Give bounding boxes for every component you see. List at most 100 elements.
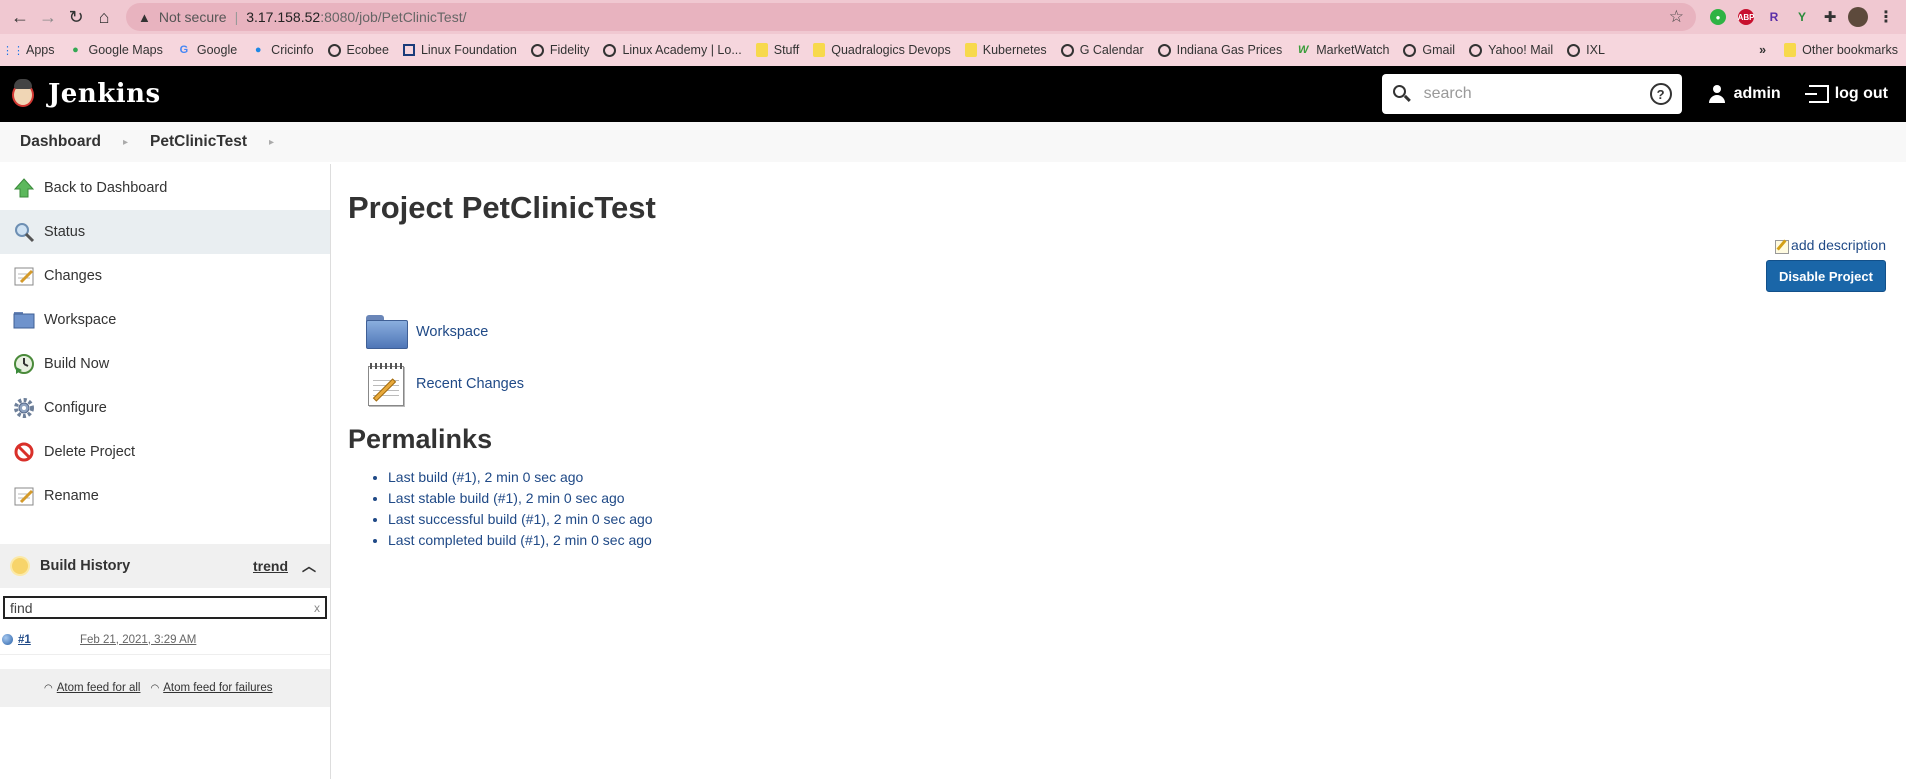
clock-play-icon bbox=[12, 352, 36, 376]
star-icon[interactable]: ☆ bbox=[1669, 7, 1684, 27]
recent-changes-link[interactable]: Recent Changes bbox=[348, 358, 1898, 410]
bookmark-google-maps[interactable]: ● Google Maps bbox=[69, 43, 163, 57]
bookmark-ecobee[interactable]: Ecobee bbox=[327, 43, 389, 57]
search-input[interactable] bbox=[1423, 85, 1650, 103]
bookmark-linux-academy[interactable]: Linux Academy | Lo... bbox=[603, 43, 742, 57]
bookmark-stuff[interactable]: Stuff bbox=[755, 43, 799, 57]
task-changes[interactable]: Changes bbox=[0, 254, 330, 298]
build-status-blue-icon bbox=[2, 634, 13, 645]
atom-feed-failures-link[interactable]: ◠ Atom feed for failures bbox=[150, 682, 272, 694]
menu-icon[interactable]: ⋮ bbox=[1872, 3, 1900, 31]
list-item: Last build (#1), 2 min 0 sec ago bbox=[388, 469, 1898, 490]
task-back-to-dashboard[interactable]: Back to Dashboard bbox=[0, 166, 330, 210]
logout-icon bbox=[1804, 85, 1829, 103]
folder-icon bbox=[12, 308, 36, 332]
marketwatch-icon: W bbox=[1298, 44, 1309, 56]
bookmark-g-calendar[interactable]: G Calendar bbox=[1060, 43, 1144, 57]
disable-project-button[interactable]: Disable Project bbox=[1766, 260, 1886, 292]
notepad-icon bbox=[12, 264, 36, 288]
permalink-last-build[interactable]: Last build (#1), 2 min 0 sec ago bbox=[388, 469, 583, 485]
notepad-icon bbox=[366, 362, 408, 406]
chevron-up-icon[interactable]: ︿ bbox=[302, 556, 316, 576]
adblock-icon[interactable]: ABP bbox=[1732, 3, 1760, 31]
bookmark-cricinfo[interactable]: ● Cricinfo bbox=[251, 43, 314, 57]
bookmark-fidelity[interactable]: Fidelity bbox=[530, 43, 589, 57]
atom-feed-all-link[interactable]: ◠ Atom feed for all bbox=[44, 682, 140, 694]
help-icon[interactable]: ? bbox=[1649, 83, 1672, 105]
bookmark-ixl[interactable]: IXL bbox=[1567, 43, 1605, 57]
bookmark-other[interactable]: Other bookmarks bbox=[1784, 43, 1898, 57]
permalink-last-successful-build[interactable]: Last successful build (#1), 2 min 0 sec … bbox=[388, 511, 653, 527]
more-bookmarks-button[interactable]: » bbox=[1759, 43, 1766, 57]
bookmark-linux-foundation[interactable]: Linux Foundation bbox=[402, 43, 517, 57]
bookmark-kubernetes[interactable]: Kubernetes bbox=[964, 43, 1047, 57]
add-description-link[interactable]: add description bbox=[1775, 236, 1886, 254]
globe-icon bbox=[1060, 43, 1074, 57]
not-secure-label: Not secure bbox=[158, 9, 227, 25]
globe-icon bbox=[603, 43, 617, 57]
list-item: Last successful build (#1), 2 min 0 sec … bbox=[388, 511, 1898, 532]
cricinfo-icon: ● bbox=[254, 44, 262, 56]
extension-leaf-icon[interactable]: Y bbox=[1788, 3, 1816, 31]
bookmark-quadralogics[interactable]: Quadralogics Devops bbox=[813, 43, 951, 57]
apps-grid-icon: ⋮⋮ bbox=[2, 44, 24, 57]
breadcrumb-dashboard[interactable]: Dashboard bbox=[20, 133, 101, 151]
atom-feeds: ◠ Atom feed for all ◠ Atom feed for failur… bbox=[0, 669, 330, 707]
build-filter-input[interactable]: find x bbox=[3, 596, 327, 619]
jenkins-title: Jenkins bbox=[48, 79, 161, 109]
logout-link[interactable]: log out bbox=[1804, 85, 1888, 103]
page-title: Project PetClinicTest bbox=[348, 190, 656, 225]
browser-toolbar: ← → ↻ ⌂ ▲ Not secure | 3.17.158.52:8080/… bbox=[0, 0, 1906, 34]
build-row: #1 Feb 21, 2021, 3:29 AM bbox=[0, 625, 330, 655]
user-link[interactable]: admin bbox=[1708, 85, 1781, 103]
build-date-link[interactable]: Feb 21, 2021, 3:29 AM bbox=[80, 634, 196, 646]
folder-icon bbox=[366, 315, 408, 349]
bookmark-apps[interactable]: ⋮⋮ Apps bbox=[2, 43, 55, 57]
breadcrumb-project[interactable]: PetClinicTest bbox=[150, 133, 247, 151]
trend-link[interactable]: trend bbox=[253, 558, 288, 574]
workspace-link[interactable]: Workspace bbox=[348, 306, 1898, 358]
permalink-last-completed-build[interactable]: Last completed build (#1), 2 min 0 sec a… bbox=[388, 532, 652, 548]
rss-icon: ◠ bbox=[150, 682, 160, 694]
task-rename[interactable]: Rename bbox=[0, 474, 330, 518]
bookmark-google[interactable]: G Google bbox=[177, 43, 238, 57]
jenkins-header: Jenkins ? admin log out bbox=[0, 66, 1906, 122]
globe-icon bbox=[1157, 43, 1171, 57]
forward-icon[interactable]: → bbox=[34, 3, 62, 31]
no-entry-icon bbox=[12, 440, 36, 464]
home-icon[interactable]: ⌂ bbox=[90, 3, 118, 31]
build-history-panel: Build History trend ︿ find x #1 Feb 21, … bbox=[0, 544, 330, 707]
clear-filter-icon[interactable]: x bbox=[314, 601, 320, 615]
task-workspace[interactable]: Workspace bbox=[0, 298, 330, 342]
profile-avatar[interactable] bbox=[1844, 3, 1872, 31]
bookmark-marketwatch[interactable]: W MarketWatch bbox=[1296, 43, 1389, 57]
permalink-last-stable-build[interactable]: Last stable build (#1), 2 min 0 sec ago bbox=[388, 490, 625, 506]
breadcrumb-arrow-icon[interactable]: ▸ bbox=[269, 137, 274, 148]
gear-icon bbox=[12, 396, 36, 420]
jenkins-butler-icon bbox=[8, 75, 38, 113]
folder-icon bbox=[813, 43, 826, 57]
url-path: :8080/job/PetClinicTest/ bbox=[320, 9, 467, 25]
notepad-icon bbox=[12, 484, 36, 508]
task-status[interactable]: Status bbox=[0, 210, 330, 254]
task-delete-project[interactable]: Delete Project bbox=[0, 430, 330, 474]
extension-r-icon[interactable]: R bbox=[1760, 3, 1788, 31]
globe-icon bbox=[1403, 43, 1417, 57]
edit-note-icon bbox=[1775, 240, 1790, 254]
back-icon[interactable]: ← bbox=[6, 3, 34, 31]
task-build-now[interactable]: Build Now bbox=[0, 342, 330, 386]
build-number-link[interactable]: #1 bbox=[18, 634, 80, 646]
bookmark-indiana-gas[interactable]: Indiana Gas Prices bbox=[1157, 43, 1282, 57]
extension-green-icon[interactable]: ● bbox=[1704, 3, 1732, 31]
list-item: Last completed build (#1), 2 min 0 sec a… bbox=[388, 532, 1898, 553]
bookmark-gmail[interactable]: Gmail bbox=[1403, 43, 1455, 57]
reload-icon[interactable]: ↻ bbox=[62, 3, 90, 31]
bookmark-yahoo-mail[interactable]: Yahoo! Mail bbox=[1469, 43, 1553, 57]
breadcrumb-arrow-icon[interactable]: ▸ bbox=[123, 137, 128, 148]
linux-foundation-icon bbox=[402, 44, 415, 56]
address-bar[interactable]: ▲ Not secure | 3.17.158.52:8080/job/PetC… bbox=[126, 3, 1696, 31]
warning-icon: ▲ bbox=[138, 9, 151, 25]
jenkins-logo[interactable]: Jenkins bbox=[8, 75, 161, 113]
task-configure[interactable]: Configure bbox=[0, 386, 330, 430]
extensions-puzzle-icon[interactable]: ✚ bbox=[1816, 3, 1844, 31]
